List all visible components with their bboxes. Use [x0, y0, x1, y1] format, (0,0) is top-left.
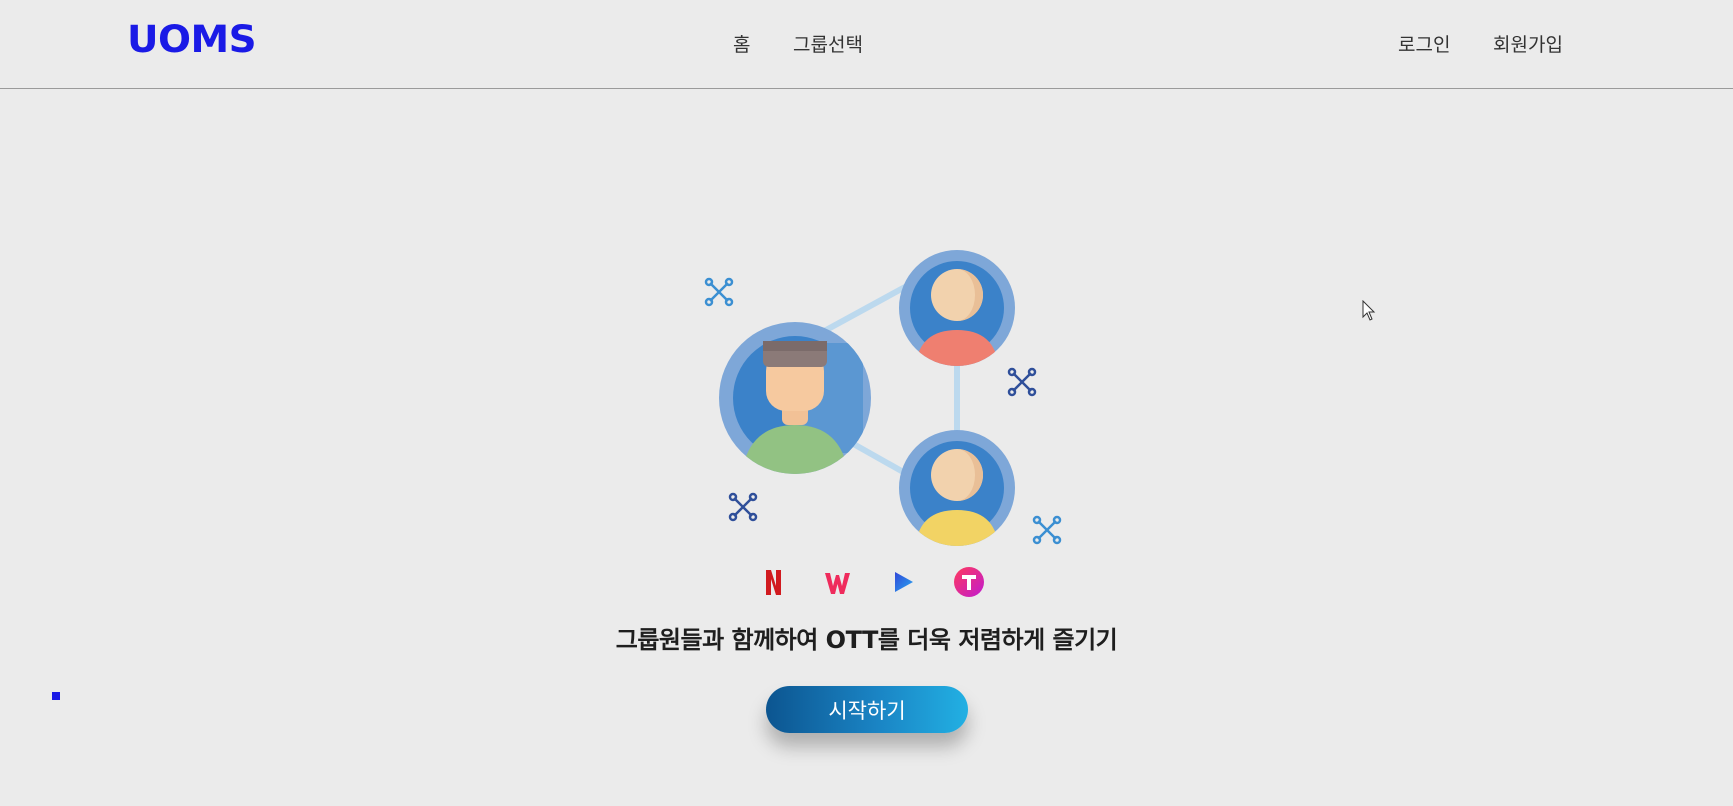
nav-group-select-link[interactable]: 그룹선택: [793, 30, 863, 57]
group-network-illustration: [700, 235, 1080, 555]
play-icon: [895, 572, 913, 592]
start-button[interactable]: 시작하기: [766, 686, 968, 733]
molecule-icon: [1032, 515, 1062, 545]
signup-link[interactable]: 회원가입: [1493, 30, 1563, 57]
logo[interactable]: UOMS: [127, 18, 257, 61]
molecule-icon: [704, 277, 734, 307]
tving-icon: [954, 567, 984, 597]
user-avatar-bottom: [899, 430, 1015, 546]
molecule-icon: [1007, 367, 1037, 397]
user-avatar-top: [899, 250, 1015, 366]
blue-dot-marker: [52, 692, 60, 700]
hero-tagline: 그룹원들과 함께하여 OTT를 더욱 저렴하게 즐기기: [615, 626, 1118, 654]
wavve-icon: [825, 573, 850, 594]
mouse-cursor-icon: [1362, 300, 1376, 321]
login-link[interactable]: 로그인: [1398, 30, 1450, 57]
nav-home-link[interactable]: 홈: [733, 30, 750, 57]
netflix-icon: [766, 570, 781, 595]
top-navbar: UOMS 홈 그룹선택 로그인 회원가입: [0, 0, 1733, 89]
ott-icon-row: [755, 564, 995, 600]
molecule-icon: [728, 492, 758, 522]
user-avatar-large: [719, 322, 871, 474]
